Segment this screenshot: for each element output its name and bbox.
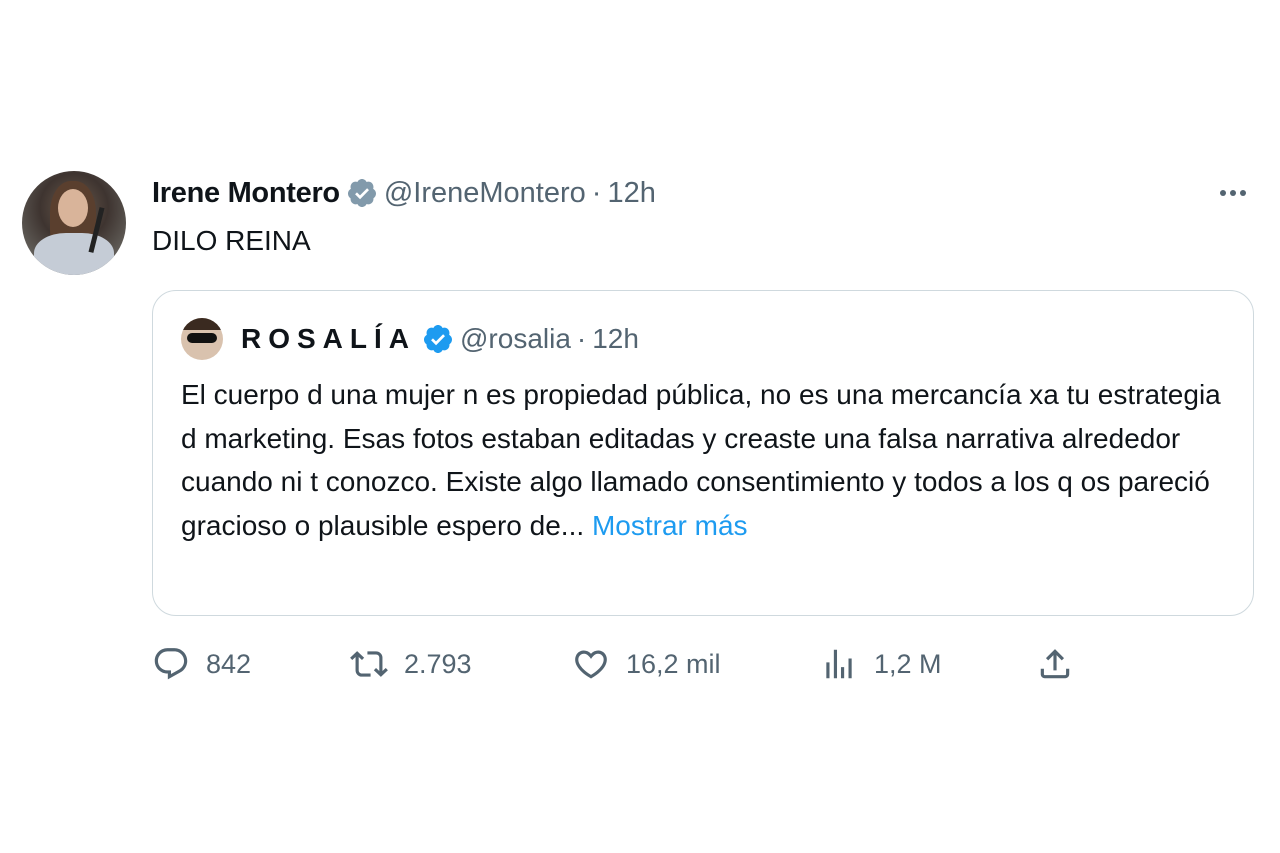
views-count: 1,2 M xyxy=(874,648,942,679)
separator-dot: · xyxy=(591,176,602,209)
quoted-tweet-time[interactable]: 12h xyxy=(592,323,639,355)
quoted-tweet-header: ROSALÍA @rosalia · 12h xyxy=(181,318,639,360)
tweet-time[interactable]: 12h xyxy=(607,177,655,210)
verified-badge-icon xyxy=(423,325,452,353)
quoted-author-handle[interactable]: @rosalia xyxy=(460,323,571,355)
more-options-icon[interactable] xyxy=(1213,176,1253,210)
like-icon xyxy=(575,650,607,679)
tweet-header: Irene Montero @IreneMontero · 12h xyxy=(152,173,656,213)
retweet-count: 2.793 xyxy=(404,648,472,679)
show-more-link[interactable]: Mostrar más xyxy=(592,510,748,541)
verified-badge-icon xyxy=(347,179,376,207)
reply-icon xyxy=(154,648,188,680)
quoted-tweet[interactable]: ROSALÍA @rosalia · 12h El cuerpo d una m… xyxy=(152,290,1254,616)
share-button[interactable] xyxy=(1036,640,1074,688)
quoted-author-name[interactable]: ROSALÍA xyxy=(241,323,416,355)
tweet-actions: 842 2.793 16,2 mil 1,2 M xyxy=(152,640,1092,688)
views-button[interactable]: 1,2 M xyxy=(820,640,942,688)
author-name[interactable]: Irene Montero xyxy=(152,177,340,210)
like-count: 16,2 mil xyxy=(626,648,721,679)
tweet[interactable]: Irene Montero @IreneMontero · 12h DILO R… xyxy=(0,0,1280,853)
retweet-icon xyxy=(350,651,388,677)
author-avatar[interactable] xyxy=(22,171,126,275)
reply-button[interactable]: 842 xyxy=(152,640,251,688)
quoted-tweet-text-block: El cuerpo d una mujer n es propiedad púb… xyxy=(181,373,1241,547)
author-handle[interactable]: @IreneMontero xyxy=(384,177,586,210)
views-icon xyxy=(826,649,852,679)
quoted-author-avatar[interactable] xyxy=(181,318,223,360)
tweet-text: DILO REINA xyxy=(152,225,311,256)
like-button[interactable]: 16,2 mil xyxy=(572,640,721,688)
share-icon xyxy=(1040,649,1070,679)
retweet-button[interactable]: 2.793 xyxy=(350,640,472,688)
reply-count: 842 xyxy=(206,648,252,679)
separator-dot: · xyxy=(576,323,587,354)
